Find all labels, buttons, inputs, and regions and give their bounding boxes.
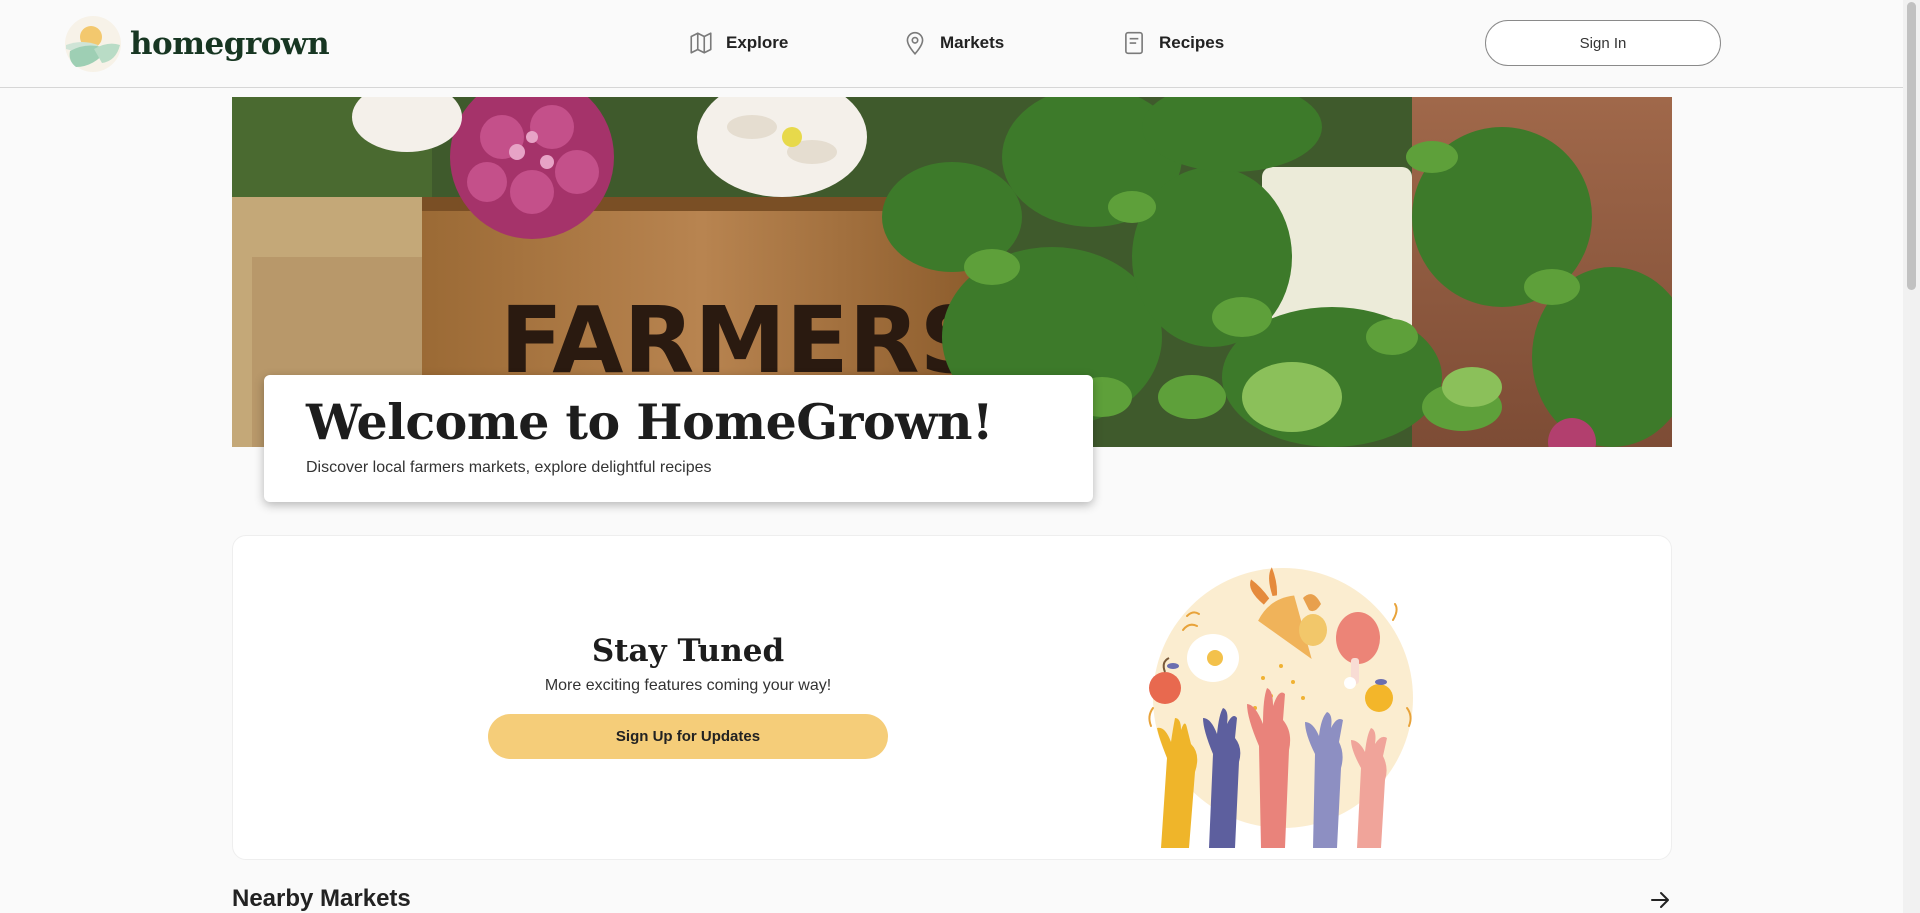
document-icon <box>1125 31 1143 55</box>
logo-icon <box>65 16 121 72</box>
sign-in-button[interactable]: Sign In <box>1485 20 1721 66</box>
sign-up-for-updates-button[interactable]: Sign Up for Updates <box>488 714 888 759</box>
stay-tuned-subtitle: More exciting features coming your way! <box>544 677 832 694</box>
nav-recipes[interactable]: Recipes <box>1121 28 1224 58</box>
page-title: Welcome to HomeGrown! <box>306 393 993 451</box>
map-icon <box>690 32 712 54</box>
nav-explore-label: Explore <box>726 33 789 52</box>
stay-tuned-card: Stay Tuned More exciting features coming… <box>232 535 1672 860</box>
logo-text: homegrown <box>130 26 330 62</box>
stay-tuned-title: Stay Tuned <box>591 633 785 669</box>
scrollbar-thumb[interactable] <box>1907 2 1916 290</box>
stay-tuned-text: Stay Tuned More exciting features coming… <box>488 633 888 695</box>
nearby-markets-heading: Nearby Markets <box>232 885 411 912</box>
location-pin-icon <box>906 31 924 56</box>
page-scrollbar[interactable] <box>1903 0 1920 913</box>
arrow-right-icon[interactable] <box>1648 888 1672 912</box>
page-subtitle: Discover local farmers markets, explore … <box>306 459 712 476</box>
welcome-card: Welcome to HomeGrown! Discover local far… <box>264 375 1093 502</box>
logo[interactable]: homegrown <box>64 16 330 72</box>
nav-recipes-label: Recipes <box>1159 33 1225 52</box>
produce-hands-illustration <box>1148 567 1413 848</box>
nav-explore[interactable]: Explore <box>688 28 788 58</box>
nav-markets[interactable]: Markets <box>902 28 1004 58</box>
top-nav-bar: homegrown Explore Markets Recipes Sign I… <box>0 0 1903 88</box>
nav-markets-label: Markets <box>940 33 1005 52</box>
